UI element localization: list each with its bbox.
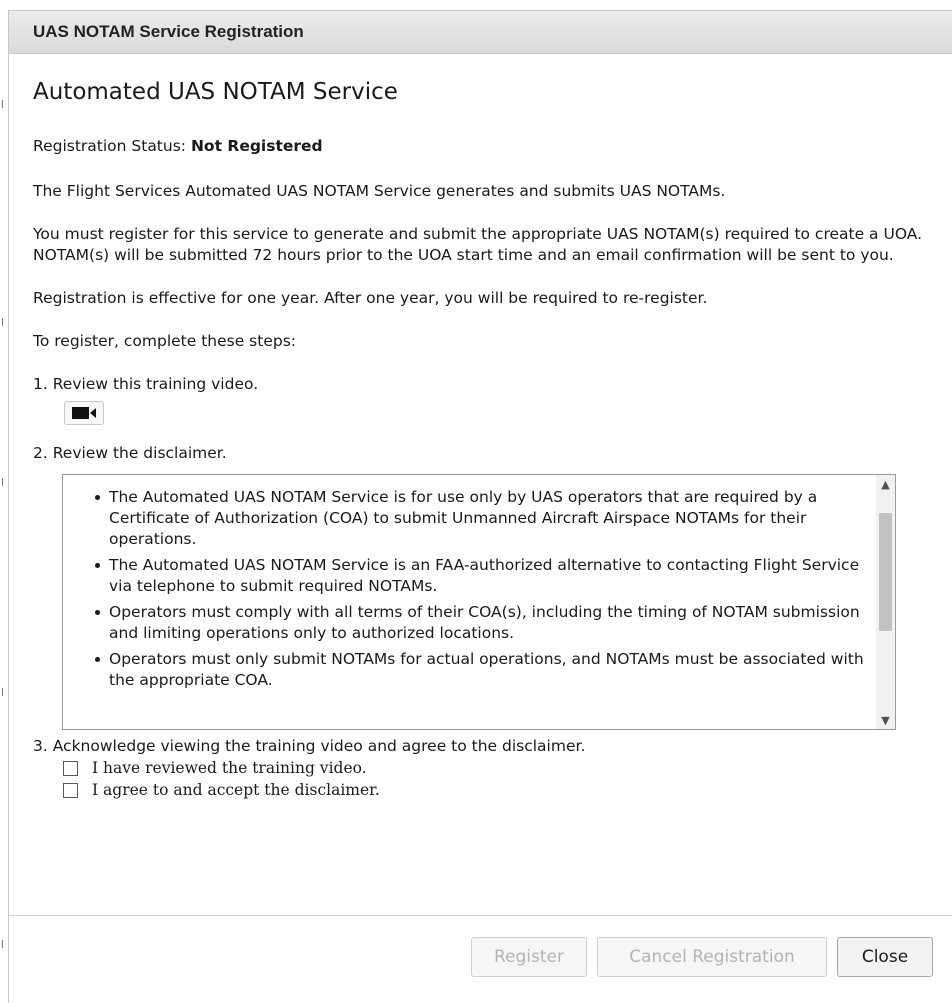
training-video-checkbox-row[interactable]: I have reviewed the training video. <box>63 757 952 779</box>
close-button[interactable]: Close <box>837 937 933 977</box>
intro-paragraph: The Flight Services Automated UAS NOTAM … <box>33 182 726 200</box>
video-camera-icon <box>72 407 96 419</box>
registration-status: Registration Status: Not Registered <box>33 136 952 157</box>
training-video-checkbox[interactable] <box>63 760 78 776</box>
steps-intro: To register, complete these steps: <box>33 332 297 350</box>
dialog-body: Automated UAS NOTAM Service Registration… <box>9 78 952 801</box>
scroll-thumb[interactable] <box>879 513 892 631</box>
status-label: Registration Status: <box>33 137 187 155</box>
scroll-up-icon[interactable]: ▲ <box>876 475 895 493</box>
registration-dialog: UAS NOTAM Service Registration Automated… <box>8 10 952 1003</box>
page-edge-ticks <box>0 0 8 1002</box>
disclaimer-scroll-box[interactable]: The Automated UAS NOTAM Service is for u… <box>62 474 896 730</box>
dialog-title: UAS NOTAM Service Registration <box>9 11 952 54</box>
requirement-paragraph: You must register for this service to ge… <box>33 225 923 264</box>
disclaimer-item: The Automated UAS NOTAM Service is for u… <box>95 487 869 550</box>
training-video-button[interactable] <box>64 401 104 425</box>
page-title: Automated UAS NOTAM Service <box>33 79 398 105</box>
step-2-text: 2. Review the disclaimer. <box>33 444 227 462</box>
disclaimer-checkbox-label[interactable]: I agree to and accept the disclaimer. <box>92 781 380 799</box>
disclaimer-item: Operators must only submit NOTAMs for ac… <box>95 649 869 691</box>
status-value: Not Registered <box>190 137 323 155</box>
disclaimer-checkbox[interactable] <box>63 782 78 798</box>
step-1-text: 1. Review this training video. <box>33 375 259 393</box>
cancel-registration-button[interactable]: Cancel Registration <box>597 937 827 977</box>
scroll-down-icon[interactable]: ▼ <box>876 711 895 729</box>
effective-paragraph: Registration is effective for one year. … <box>33 289 708 307</box>
disclaimer-scrollbar[interactable]: ▲ ▼ <box>876 475 895 729</box>
step-3-text: 3. Acknowledge viewing the training vide… <box>33 737 586 755</box>
disclaimer-item: Operators must comply with all terms of … <box>95 602 869 644</box>
disclaimer-item: The Automated UAS NOTAM Service is an FA… <box>95 555 869 597</box>
disclaimer-checkbox-row[interactable]: I agree to and accept the disclaimer. <box>63 779 952 801</box>
disclaimer-list: The Automated UAS NOTAM Service is for u… <box>63 475 869 691</box>
training-video-checkbox-label[interactable]: I have reviewed the training video. <box>92 759 367 777</box>
footer-divider <box>9 915 952 916</box>
register-button[interactable]: Register <box>471 937 587 977</box>
